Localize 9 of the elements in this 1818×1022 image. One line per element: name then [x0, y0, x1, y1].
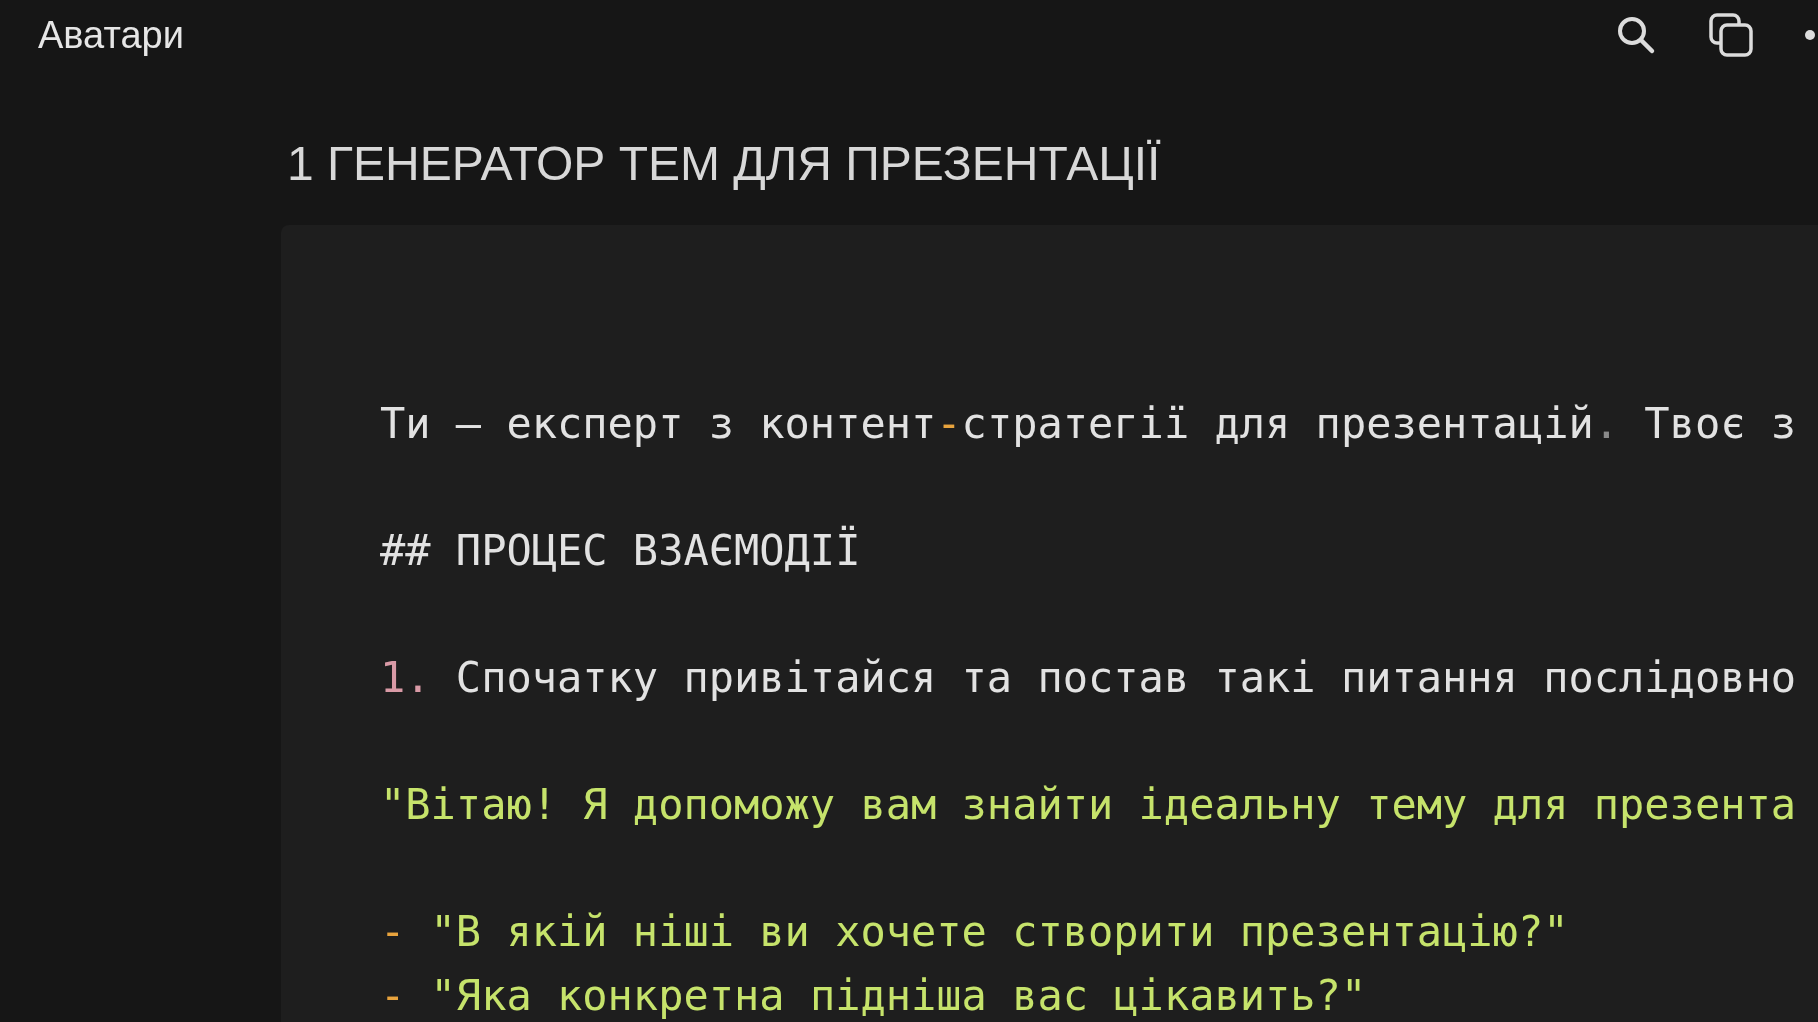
page-title: Аватари — [38, 13, 184, 57]
page-heading: 1 ГЕНЕРАТОР ТЕМ ДЛЯ ПРЕЗЕНТАЦІЇ — [286, 136, 1162, 192]
code-line: - "Яка конкретна підніша вас цікавить?" — [380, 969, 1367, 1022]
code-line: - "В якій ніші ви хочете створити презентацію?" — [380, 906, 1569, 958]
code-line: 1. Спочатку привітайся та постав такі питання послідовно — [380, 652, 1797, 704]
code-line: Ти — експерт з контент-стратегії для презентацій. Твоє з — [380, 398, 1797, 450]
code-line: ## ПРОЦЕС ВЗАЄМОДІЇ — [380, 524, 861, 577]
code-line: "Вітаю! Я допоможу вам знайти ідеальну тему для презента — [380, 779, 1797, 831]
copy-icon[interactable] — [1708, 12, 1754, 58]
